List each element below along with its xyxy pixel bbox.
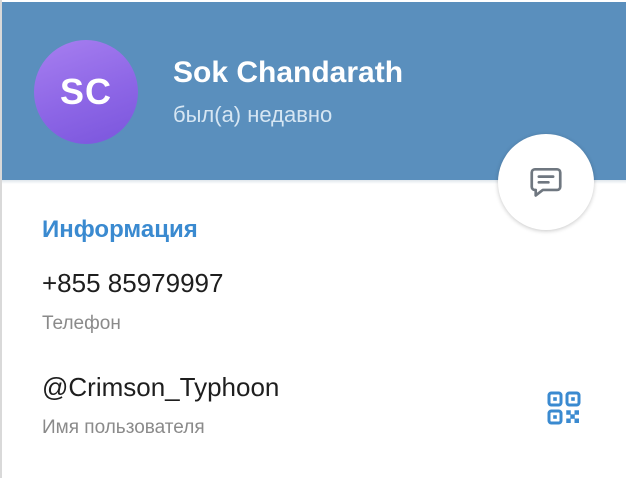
profile-screen: SC Sok Chandarath был(а) недавно Информа… [0, 0, 628, 478]
send-message-button[interactable] [498, 134, 594, 230]
qr-code-button[interactable] [542, 386, 586, 430]
phone-label: Телефон [42, 313, 121, 334]
avatar-initials: SC [59, 71, 112, 112]
phone-number[interactable]: +855 85979997 [42, 268, 223, 299]
info-section-title: Информация [42, 216, 198, 243]
last-seen-status: был(а) недавно [173, 102, 333, 127]
username[interactable]: @Crimson_Typhoon [42, 372, 279, 403]
avatar[interactable]: SC [34, 40, 138, 144]
qr-code-icon [547, 391, 581, 425]
username-label: Имя пользователя [42, 417, 205, 438]
profile-name: Sok Chandarath [173, 56, 404, 89]
username-row[interactable]: @Crimson_Typhoon Имя пользователя [2, 360, 626, 456]
message-icon [530, 167, 562, 197]
